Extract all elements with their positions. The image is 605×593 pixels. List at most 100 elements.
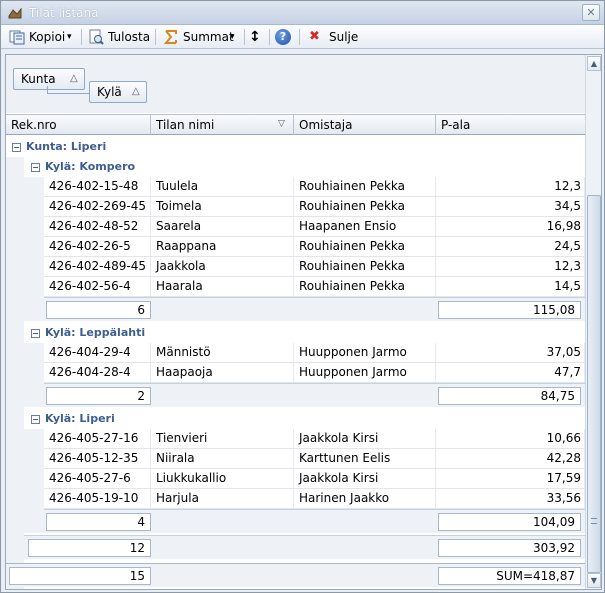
table-row[interactable]: 426-405-12-35 Niirala Karttunen Eelis 42…: [44, 449, 585, 469]
column-header-rek[interactable]: Rek.nro: [6, 115, 151, 135]
cell-owner: Rouhiainen Pekka: [294, 277, 436, 296]
indent-bar: [6, 157, 24, 589]
scroll-thumb[interactable]: [587, 195, 601, 573]
cell-rek: 426-405-12-35: [44, 449, 151, 468]
grand-total-footer: 15 SUM=418,87: [6, 563, 585, 587]
title-bar: Tilat listana ✕: [1, 1, 604, 25]
cell-area: 33,56: [436, 489, 585, 508]
cell-name: Toimela: [151, 197, 294, 216]
group-by-kyla-button[interactable]: Kylä △: [89, 81, 147, 103]
window-close-button[interactable]: ✕: [582, 4, 600, 21]
table-row[interactable]: 426-402-269-45 Toimela Rouhiainen Pekka …: [44, 197, 585, 217]
app-icon: [8, 7, 22, 19]
collapse-icon[interactable]: −: [31, 163, 40, 172]
group-sum: 303,92: [438, 539, 581, 557]
cell-owner: Jaakkola Kirsi: [294, 429, 436, 448]
cell-rek: 426-402-26-5: [44, 237, 151, 256]
close-label: Sulje: [329, 30, 359, 44]
copy-button[interactable]: Kopioi ▾: [9, 27, 75, 47]
cell-owner: Rouhiainen Pekka: [294, 197, 436, 216]
cell-name: Männistö: [151, 343, 294, 362]
group-label: Kylä: Leppälahti: [45, 326, 146, 339]
cell-name: Tuulela: [151, 177, 294, 196]
cell-area: 24,5: [436, 237, 585, 256]
copy-dropdown-icon[interactable]: ▾: [67, 27, 72, 47]
toolbar: Kopioi ▾ Tulosta Summat ▾ ↕ ? ✖ Sulje: [1, 25, 604, 49]
group-label: Kylä: Kompero: [45, 160, 136, 173]
vertical-scrollbar[interactable]: ▲ ▼: [585, 55, 601, 589]
sums-button[interactable]: Summat ▾: [163, 27, 239, 47]
cell-name: Niirala: [151, 449, 294, 468]
group-label: Kunta: Liperi: [26, 140, 107, 153]
cell-area: 17,59: [436, 469, 585, 488]
group-row-kunta[interactable]: − Kunta: Liperi: [12, 137, 572, 157]
table-row[interactable]: 426-404-28-4 Haapaoja Huupponen Jarmo 47…: [44, 363, 585, 383]
sigma-icon: [163, 30, 177, 44]
cell-name: Saarela: [151, 217, 294, 236]
table-row[interactable]: 426-402-26-5 Raappana Rouhiainen Pekka 2…: [44, 237, 585, 257]
cell-name: Haarala: [151, 277, 294, 296]
collapse-icon[interactable]: −: [12, 143, 21, 152]
group-count: 12: [28, 539, 151, 557]
cell-area: 16,98: [436, 217, 585, 236]
up-down-arrow-icon: ↕: [249, 29, 261, 45]
toolbar-separator: [269, 29, 270, 45]
window-title: Tilat listana: [29, 6, 99, 20]
group-row-liperi[interactable]: − Kylä: Liperi: [31, 409, 571, 429]
cell-owner: Rouhiainen Pekka: [294, 257, 436, 276]
table-row[interactable]: 426-405-19-10 Harjula Harinen Jaakko 33,…: [44, 489, 585, 509]
group-footer-liperi: 4 104,09: [44, 509, 585, 533]
cell-rek: 426-402-48-52: [44, 217, 151, 236]
cell-rek: 426-402-56-4: [44, 277, 151, 296]
total-sum: SUM=418,87: [438, 567, 581, 585]
table-row[interactable]: 426-402-56-4 Haarala Rouhiainen Pekka 14…: [44, 277, 585, 297]
indent-bar: [24, 177, 44, 321]
cell-owner: Jaakkola Kirsi: [294, 469, 436, 488]
expand-collapse-button[interactable]: ↕: [249, 27, 265, 47]
print-preview-icon: [89, 29, 104, 45]
table-row[interactable]: 426-405-27-16 Tienvieri Jaakkola Kirsi 1…: [44, 429, 585, 449]
scroll-up-button[interactable]: ▲: [587, 56, 601, 71]
table-row[interactable]: 426-405-27-6 Liukkukallio Jaakkola Kirsi…: [44, 469, 585, 489]
filter-icon[interactable]: ▽: [278, 119, 288, 129]
toolbar-separator: [81, 29, 82, 45]
cell-name: Liukkukallio: [151, 469, 294, 488]
group-row-kompero[interactable]: − Kylä: Kompero: [31, 157, 571, 177]
sums-dropdown-icon[interactable]: ▾: [230, 27, 235, 47]
window: Tilat listana ✕ Kopioi ▾ Tulosta Summat …: [0, 0, 605, 593]
toolbar-separator: [299, 29, 300, 45]
group-connector: [47, 86, 89, 94]
cell-owner: Huupponen Jarmo: [294, 343, 436, 362]
column-header-area[interactable]: P-ala: [436, 115, 585, 135]
cell-rek: 426-404-29-4: [44, 343, 151, 362]
column-header-owner[interactable]: Omistaja: [294, 115, 436, 135]
print-button[interactable]: Tulosta: [88, 27, 150, 47]
cell-area: 10,66: [436, 429, 585, 448]
indent-bar: [24, 343, 44, 407]
table-row[interactable]: 426-402-15-48 Tuulela Rouhiainen Pekka 1…: [44, 177, 585, 197]
table-row[interactable]: 426-402-48-52 Saarela Haapanen Ensio 16,…: [44, 217, 585, 237]
collapse-icon[interactable]: −: [31, 329, 40, 338]
group-row-leppalahti[interactable]: − Kylä: Leppälahti: [31, 323, 571, 343]
close-button[interactable]: ✖ Sulje: [309, 27, 359, 47]
cell-owner: Karttunen Eelis: [294, 449, 436, 468]
cell-rek: 426-402-489-45: [44, 257, 151, 276]
group-count: 4: [46, 513, 151, 531]
cell-rek: 426-404-28-4: [44, 363, 151, 382]
total-count: 15: [9, 567, 151, 585]
print-label: Tulosta: [108, 30, 151, 44]
help-button[interactable]: ?: [275, 27, 293, 47]
cell-name: Tienvieri: [151, 429, 294, 448]
column-header-name[interactable]: Tilan nimi ▽: [151, 115, 294, 135]
cell-name: Haapaoja: [151, 363, 294, 382]
toolbar-separator: [244, 29, 245, 45]
cell-area: 12,3: [436, 177, 585, 196]
table-row[interactable]: 426-402-489-45 Jaakkola Rouhiainen Pekka…: [44, 257, 585, 277]
group-sum: 84,75: [438, 387, 581, 405]
collapse-icon[interactable]: −: [31, 415, 40, 424]
table-row[interactable]: 426-404-29-4 Männistö Huupponen Jarmo 37…: [44, 343, 585, 363]
cell-owner: Rouhiainen Pekka: [294, 237, 436, 256]
help-icon: ?: [275, 29, 291, 45]
scroll-down-button[interactable]: ▼: [587, 573, 601, 588]
data-grid: Kunta △ Kylä △ Rek.nro Tilan nimi ▽ Omis…: [5, 54, 602, 590]
